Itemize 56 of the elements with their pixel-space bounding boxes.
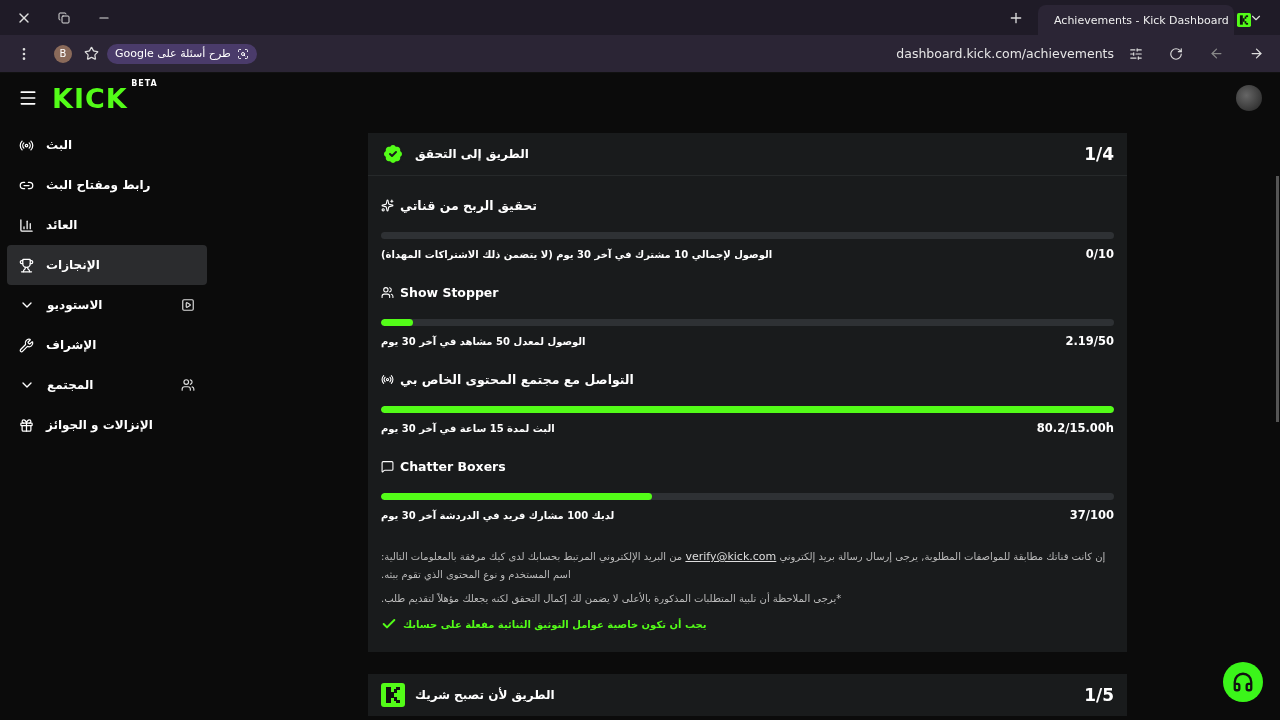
sidebar-item[interactable]: البث (7, 125, 207, 165)
requirement-title: تحقيق الربح من قناتي (400, 197, 537, 213)
progress-reading: 80.2/15.00h (1036, 421, 1114, 435)
wrench-icon (19, 337, 34, 353)
broadcast-icon (381, 372, 394, 386)
progress-reading: 0/10 (1085, 247, 1114, 261)
star-icon[interactable] (84, 46, 99, 61)
requirement-title: Show Stopper (400, 284, 499, 300)
gift-icon (19, 417, 34, 433)
headset-icon (1232, 671, 1254, 693)
requirement-description: لديك 100 مشارك فريد في الدردشة آخر 30 يوم (381, 509, 615, 521)
forward-icon[interactable] (1248, 46, 1264, 61)
scrollbar-thumb[interactable] (1276, 176, 1279, 422)
beta-label: BETA (131, 78, 158, 88)
verified-badge-icon (381, 142, 405, 166)
sidebar-item[interactable]: العائد (7, 205, 207, 245)
back-icon[interactable] (1208, 46, 1224, 61)
users-icon (181, 378, 195, 392)
disclaimer-text: *يرجى الملاحظة أن تلبية المتطلبات المذكورة بالأعلى لا يضمن لك إكمال التحقق لكنه يجعلك مؤهلاً لتقديم طلب. (381, 591, 843, 607)
card-progress: 1/5 (1084, 685, 1114, 705)
kick-logo-icon (1236, 13, 1251, 27)
requirement-title: Chatter Boxers (400, 458, 506, 474)
restore-icon[interactable] (58, 11, 70, 24)
requirement-description: البث لمدة 15 ساعة في آخر 30 يوم (381, 422, 555, 434)
sidebar-item[interactable]: الإنزالات و الجوائز (7, 405, 207, 445)
progress-reading: 37/100 (1069, 508, 1114, 522)
video-icon (181, 298, 195, 312)
email-link[interactable]: verify@kick.com (685, 550, 777, 563)
profile-avatar[interactable]: B (54, 44, 72, 63)
card-progress: 1/4 (1084, 144, 1114, 164)
sidebar-item[interactable]: رابط ومفتاح البث (7, 165, 207, 205)
progress-reading: 2.19/50 (1065, 334, 1114, 348)
sidebar-item[interactable]: الإنجازات (7, 245, 207, 285)
sidebar-item[interactable]: الاستوديو (7, 285, 207, 325)
trophy-icon (19, 257, 34, 273)
help-button[interactable] (1223, 662, 1263, 702)
chat-icon (381, 459, 394, 473)
card-title: الطريق لأن تصبح شريك (415, 688, 555, 702)
chart-icon (19, 217, 34, 233)
lens-icon (236, 47, 249, 60)
site-settings-icon[interactable] (1129, 46, 1143, 61)
requirement-description: الوصول لإجمالي 10 مشترك في آخر 30 يوم (لا يتضمن ذلك الاشتراكات المهداة) (381, 248, 773, 260)
sparkle-icon (381, 198, 394, 212)
requirement-title: التواصل مع مجتمع المحتوى الخاص بي (400, 371, 634, 387)
users-icon (381, 285, 394, 299)
menu-icon[interactable] (18, 88, 38, 108)
card-title: الطريق إلى التحقق (415, 147, 529, 161)
requirement-check: يجب أن تكون خاصية عوامل التوثيق الثنائية مفعلة على حسابك (403, 618, 707, 630)
kick-logo-icon (381, 683, 405, 707)
search-chip[interactable]: طرح أسئلة على Google (107, 43, 257, 64)
sidebar-item[interactable]: الإشراف (7, 325, 207, 365)
user-avatar[interactable] (1236, 85, 1262, 111)
reload-icon[interactable] (1169, 46, 1183, 61)
address-field[interactable]: dashboard.kick.com/achievements (896, 46, 1114, 61)
sidebar-item[interactable]: المجتمع (7, 365, 207, 405)
requirement-description: الوصول لمعدل 50 مشاهد في آخر 30 يوم (381, 335, 586, 347)
